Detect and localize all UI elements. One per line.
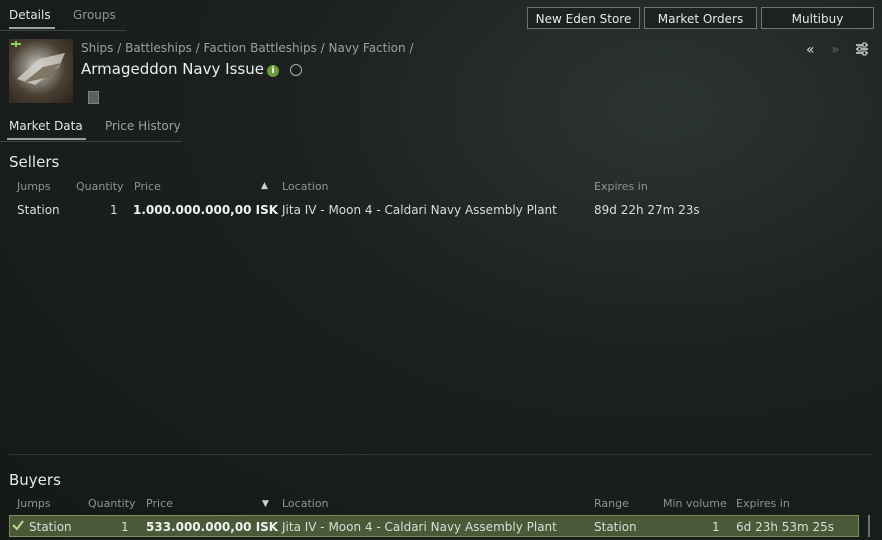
section-divider[interactable] bbox=[9, 454, 873, 455]
sellers-col-location[interactable]: Location bbox=[282, 180, 329, 193]
breadcrumb[interactable]: Ships / Battleships / Faction Battleship… bbox=[81, 41, 413, 55]
seller-location[interactable]: Jita IV - Moon 4 - Caldari Navy Assembly… bbox=[282, 203, 557, 217]
sort-descending-icon[interactable]: ▼ bbox=[262, 499, 269, 509]
buyers-col-quantity[interactable]: Quantity bbox=[88, 497, 136, 510]
buyer-range: Station bbox=[594, 520, 637, 534]
tab-market-data[interactable]: Market Data bbox=[7, 119, 86, 140]
buyer-location[interactable]: Jita IV - Moon 4 - Caldari Navy Assembly… bbox=[282, 520, 557, 534]
info-icon[interactable]: i bbox=[267, 65, 279, 77]
buyer-quantity: 1 bbox=[121, 520, 129, 534]
buyer-jumps: Station bbox=[29, 520, 72, 534]
sellers-col-price[interactable]: Price bbox=[134, 180, 161, 193]
ship-thumbnail[interactable] bbox=[9, 39, 73, 103]
seller-price: 1.000.000.000,00 ISK bbox=[133, 203, 279, 217]
seller-quantity: 1 bbox=[110, 203, 118, 217]
market-orders-button[interactable]: Market Orders bbox=[644, 7, 757, 29]
sellers-col-quantity[interactable]: Quantity bbox=[76, 180, 124, 193]
forward-icon[interactable]: » bbox=[831, 42, 840, 58]
new-eden-store-button[interactable]: New Eden Store bbox=[527, 7, 640, 29]
sellers-col-jumps[interactable]: Jumps bbox=[17, 180, 51, 193]
back-icon[interactable]: « bbox=[806, 42, 815, 58]
buyer-min-volume: 1 bbox=[712, 520, 720, 534]
buyers-col-jumps[interactable]: Jumps bbox=[17, 497, 51, 510]
sellers-title: Sellers bbox=[9, 153, 60, 171]
ship-name: Armageddon Navy Issue bbox=[81, 60, 264, 78]
target-icon[interactable] bbox=[290, 64, 302, 76]
tab-divider bbox=[0, 30, 126, 31]
scrollbar[interactable] bbox=[868, 515, 870, 537]
buyers-col-price[interactable]: Price bbox=[146, 497, 173, 510]
settings-icon[interactable] bbox=[855, 42, 869, 60]
checkmark-icon bbox=[11, 518, 25, 535]
ship-image-icon bbox=[11, 41, 65, 85]
buyers-col-location[interactable]: Location bbox=[282, 497, 329, 510]
buyer-price: 533.000.000,00 ISK bbox=[146, 520, 279, 534]
multibuy-button[interactable]: Multibuy bbox=[761, 7, 874, 29]
buyers-col-expires[interactable]: Expires in bbox=[736, 497, 790, 510]
seller-expires: 89d 22h 27m 23s bbox=[594, 203, 700, 217]
tab-details[interactable]: Details bbox=[9, 8, 55, 29]
buyer-expires: 6d 23h 53m 25s bbox=[736, 520, 835, 534]
subtab-divider bbox=[0, 141, 182, 142]
buyers-title: Buyers bbox=[9, 471, 61, 489]
seller-jumps: Station bbox=[17, 203, 60, 217]
tab-groups[interactable]: Groups bbox=[73, 8, 116, 22]
buyers-col-min-volume[interactable]: Min volume bbox=[663, 497, 727, 510]
tab-price-history[interactable]: Price History bbox=[105, 119, 181, 133]
sellers-col-expires[interactable]: Expires in bbox=[594, 180, 648, 193]
sort-ascending-icon[interactable]: ▲ bbox=[261, 181, 268, 191]
ship-tag-icon[interactable] bbox=[88, 91, 99, 104]
buyers-col-range[interactable]: Range bbox=[594, 497, 629, 510]
